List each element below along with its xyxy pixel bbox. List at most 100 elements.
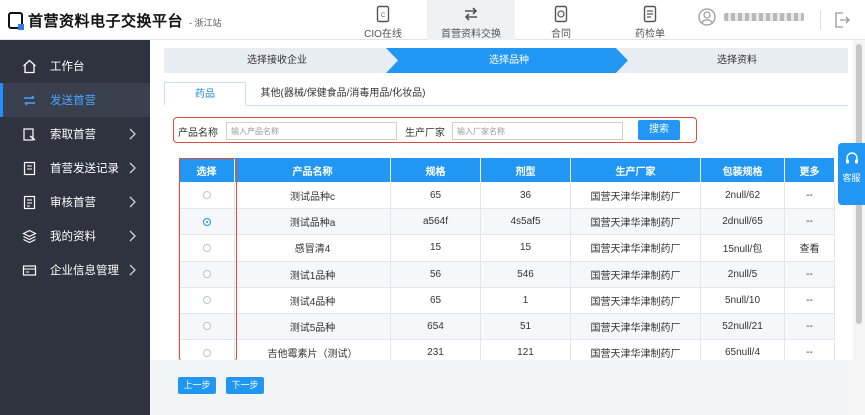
- tab-other-products[interactable]: 其他(器械/保健食品/消毒用品/化妆品): [248, 82, 438, 106]
- sidebar-item-label: 审核首营: [50, 197, 96, 209]
- spec-cell: a564f: [390, 208, 481, 236]
- table-row[interactable]: 测试5品种 654 51 国营天津华津制药厂 52null/21 --: [178, 312, 835, 341]
- manufacturer-cell: 国营天津华津制药厂: [570, 260, 701, 288]
- more-cell: --: [784, 260, 835, 288]
- nav-label: CIO在线: [364, 29, 402, 40]
- next-step-button[interactable]: 下一步: [226, 377, 264, 394]
- package-cell: 15null/包: [700, 234, 785, 262]
- request-icon: [23, 127, 36, 141]
- audit-icon: [23, 195, 36, 209]
- select-cell[interactable]: [178, 234, 235, 262]
- chevron-right-icon: [129, 196, 136, 208]
- manufacturer-label: 生产厂家: [405, 128, 445, 139]
- sidebar-item-my-materials[interactable]: 我的资料: [0, 219, 150, 253]
- sidebar-item-workbench[interactable]: 工作台: [0, 49, 150, 83]
- product-name-input[interactable]: [226, 122, 397, 140]
- more-cell[interactable]: 查看: [784, 234, 835, 262]
- step-select-product: 选择品种: [489, 55, 529, 66]
- spec-cell: 65: [390, 181, 481, 210]
- service-label: 客服: [842, 173, 861, 183]
- more-cell: --: [784, 181, 835, 210]
- step-progress: 选择接收企业 选择品种 选择资料: [164, 48, 848, 73]
- spec-cell: 56: [390, 260, 481, 288]
- logo[interactable]: 首营资料电子交换平台 - 浙江站: [8, 10, 222, 31]
- tab-drugs[interactable]: 药品: [164, 82, 246, 106]
- select-cell[interactable]: [178, 208, 235, 236]
- spec-cell: 654: [390, 312, 481, 341]
- send-icon: [24, 95, 35, 105]
- col-header-form: 剂型: [480, 157, 571, 183]
- nav-contract[interactable]: 合同: [517, 0, 605, 40]
- step-select-receiver: 选择接收企业: [247, 55, 307, 66]
- select-radio[interactable]: [202, 270, 211, 279]
- manufacturer-cell: 国营天津华津制药厂: [570, 286, 701, 314]
- document-icon: C: [376, 5, 390, 23]
- nav-inspection-report[interactable]: 药检单: [606, 0, 694, 40]
- sidebar-item-label: 工作台: [50, 61, 85, 73]
- form-cell: 36: [480, 181, 571, 210]
- manufacturer-cell: 国营天津华津制药厂: [570, 181, 701, 210]
- sidebar-item-request[interactable]: 索取首营: [0, 117, 150, 151]
- prev-step-button[interactable]: 上一步: [178, 377, 216, 394]
- product-name-cell: 感冒清4: [234, 234, 391, 262]
- select-cell[interactable]: [178, 312, 235, 341]
- sidebar-item-company-info[interactable]: 企业信息管理: [0, 253, 150, 287]
- select-cell[interactable]: [178, 286, 235, 314]
- form-cell: 4s5af5: [480, 208, 571, 236]
- sidebar-item-label: 企业信息管理: [50, 265, 119, 277]
- step-select-materials: 选择资料: [717, 55, 757, 66]
- customer-service-button[interactable]: 客服: [838, 143, 865, 205]
- form-cell: 51: [480, 312, 571, 341]
- record-icon: [23, 161, 36, 175]
- select-radio[interactable]: [202, 348, 211, 357]
- logout-icon[interactable]: [833, 11, 851, 29]
- package-cell: 2null/5: [700, 260, 785, 288]
- chevron-right-icon: [129, 230, 136, 242]
- sidebar-item-send[interactable]: 发送首营: [0, 83, 150, 117]
- avatar-icon: [698, 8, 716, 26]
- sidebar-item-audit[interactable]: 审核首营: [0, 185, 150, 219]
- chevron-right-icon: [129, 128, 136, 140]
- user-menu[interactable]: [698, 8, 804, 26]
- form-cell: 546: [480, 260, 571, 288]
- chevron-right-icon: [129, 162, 136, 174]
- col-header-select: 选择: [178, 157, 235, 183]
- select-radio[interactable]: [202, 322, 211, 331]
- more-cell: --: [784, 286, 835, 314]
- package-cell: 2dnull/65: [700, 208, 785, 236]
- table-row[interactable]: 测试品种c 65 36 国营天津华津制药厂 2null/62 --: [178, 181, 835, 210]
- logo-title: 首营资料电子交换平台: [28, 13, 184, 30]
- sidebar-item-send-record[interactable]: 首营发送记录: [0, 151, 150, 185]
- select-cell[interactable]: [178, 260, 235, 288]
- page-scrollbar[interactable]: [853, 40, 865, 415]
- nav-label: 合同: [551, 29, 571, 40]
- sidebar-item-label: 发送首营: [50, 95, 96, 107]
- manufacturer-input[interactable]: [452, 122, 623, 140]
- search-button[interactable]: 搜索: [638, 120, 680, 140]
- search-panel: 产品名称 生产厂家 搜索: [173, 117, 697, 143]
- select-radio[interactable]: [202, 243, 211, 252]
- select-radio[interactable]: [202, 191, 211, 200]
- chevron-right-icon: [129, 264, 136, 276]
- sidebar-item-label: 索取首营: [50, 129, 96, 141]
- select-cell[interactable]: [178, 181, 235, 210]
- manufacturer-cell: 国营天津华津制药厂: [570, 312, 701, 341]
- spec-cell: 15: [390, 234, 481, 262]
- select-radio[interactable]: [202, 296, 211, 305]
- sidebar: 工作台 发送首营 索取首营 首营发送记录 审核首营 我的资料 企业信息管理: [0, 40, 150, 415]
- more-cell: --: [784, 312, 835, 341]
- table-row[interactable]: 测试1品种 56 546 国营天津华津制药厂 2null/5 --: [178, 260, 835, 288]
- divider: [820, 10, 821, 30]
- layers-icon: [22, 229, 37, 243]
- sidebar-item-label: 我的资料: [50, 231, 96, 243]
- table-row[interactable]: 测试品种a a564f 4s5af5 国营天津华津制药厂 2dnull/65 --: [178, 208, 835, 236]
- select-radio[interactable]: [202, 217, 211, 226]
- table-row[interactable]: 感冒清4 15 15 国营天津华津制药厂 15null/包 查看: [178, 234, 835, 262]
- product-name-cell: 测试5品种: [234, 312, 391, 341]
- table-row[interactable]: 测试4品种 65 1 国营天津华津制药厂 5null/10 --: [178, 286, 835, 314]
- nav-first-exchange[interactable]: 首营资料交换: [427, 0, 515, 40]
- manufacturer-cell: 国营天津华津制药厂: [570, 234, 701, 262]
- table-header-row: 选择 产品名称 规格 剂型 生产厂家 包装规格 更多: [178, 157, 835, 183]
- manufacturer-cell: 国营天津华津制药厂: [570, 208, 701, 236]
- nav-cio-online[interactable]: C CIO在线: [339, 0, 427, 40]
